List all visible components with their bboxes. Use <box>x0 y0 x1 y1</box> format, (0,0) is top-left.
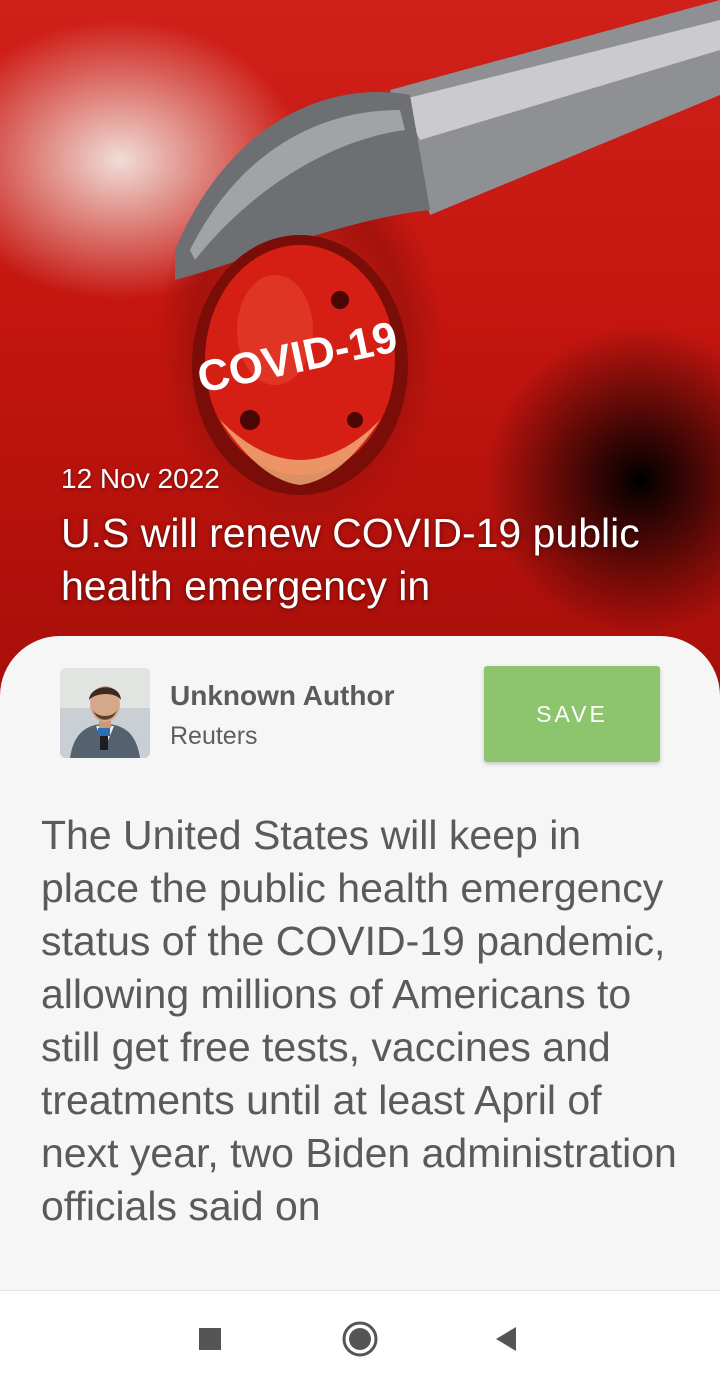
hero-image: COVID-19 12 Nov 2022 U.S will renew COVI… <box>0 0 720 720</box>
triangle-icon <box>496 1327 516 1351</box>
save-button[interactable]: SAVE <box>484 666 660 762</box>
reporter-portrait-icon <box>60 668 150 758</box>
home-button[interactable] <box>338 1317 382 1361</box>
article-title: U.S will renew COVID-19 public health em… <box>61 510 640 609</box>
system-navigation-bar <box>0 1290 720 1387</box>
square-icon <box>199 1328 221 1350</box>
back-button[interactable] <box>484 1317 528 1361</box>
recent-apps-button[interactable] <box>188 1317 232 1361</box>
author-source: Reuters <box>170 722 258 750</box>
author-avatar <box>60 668 150 758</box>
author-name: Unknown Author <box>170 680 395 711</box>
article-body: The United States will keep in place the… <box>41 812 677 1229</box>
circle-icon <box>342 1321 378 1357</box>
article-date: 12 Nov 2022 <box>61 463 220 494</box>
article-sheet: Unknown Author Reuters SAVE The United S… <box>0 636 720 1290</box>
